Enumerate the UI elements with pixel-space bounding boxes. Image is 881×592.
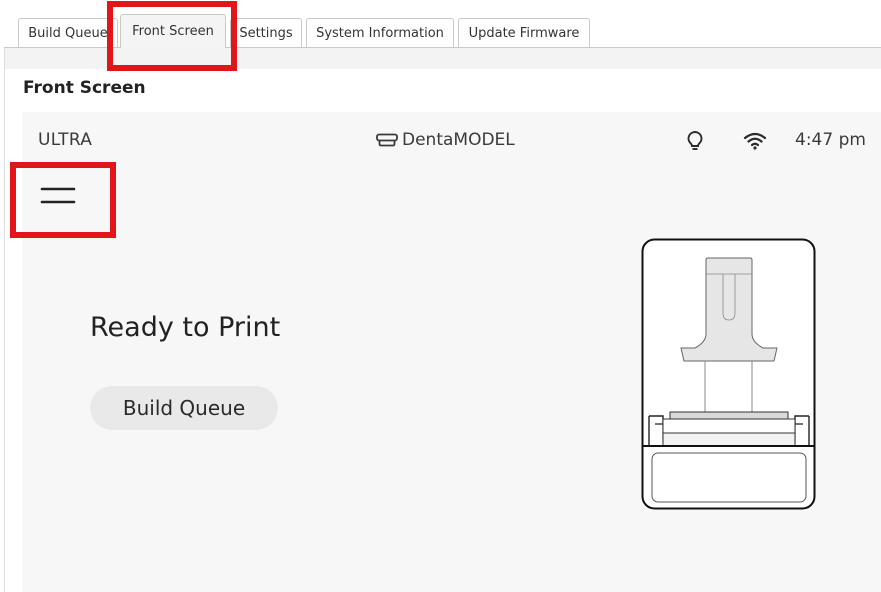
tab-system-information[interactable]: System Information bbox=[306, 18, 454, 47]
tab-build-queue[interactable]: Build Queue bbox=[18, 18, 118, 47]
material-label: DentaMODEL bbox=[402, 130, 515, 150]
hamburger-menu-icon[interactable] bbox=[38, 184, 78, 208]
tab-bar: Build Queue System Information Update Fi… bbox=[0, 0, 881, 48]
lightbulb-icon[interactable] bbox=[686, 130, 704, 152]
printer-model-label: ULTRA bbox=[38, 130, 93, 150]
panel-title: Front Screen bbox=[23, 78, 146, 98]
tab-front-screen[interactable]: Front Screen bbox=[120, 14, 226, 48]
wifi-icon[interactable] bbox=[743, 131, 767, 151]
build-queue-button[interactable]: Build Queue bbox=[90, 386, 278, 430]
resin-tray-icon bbox=[376, 133, 398, 147]
status-message: Ready to Print bbox=[90, 312, 281, 343]
printer-illustration bbox=[641, 238, 816, 510]
panel-top-band bbox=[5, 48, 881, 69]
tab-update-firmware[interactable]: Update Firmware bbox=[458, 18, 590, 47]
tab-settings[interactable]: Settings bbox=[230, 18, 302, 47]
device-screen: ULTRA DentaMODEL 4:47 pm Ready to Print … bbox=[22, 112, 881, 592]
clock-time: 4:47 pm bbox=[795, 130, 866, 150]
material-indicator: DentaMODEL bbox=[376, 130, 515, 150]
